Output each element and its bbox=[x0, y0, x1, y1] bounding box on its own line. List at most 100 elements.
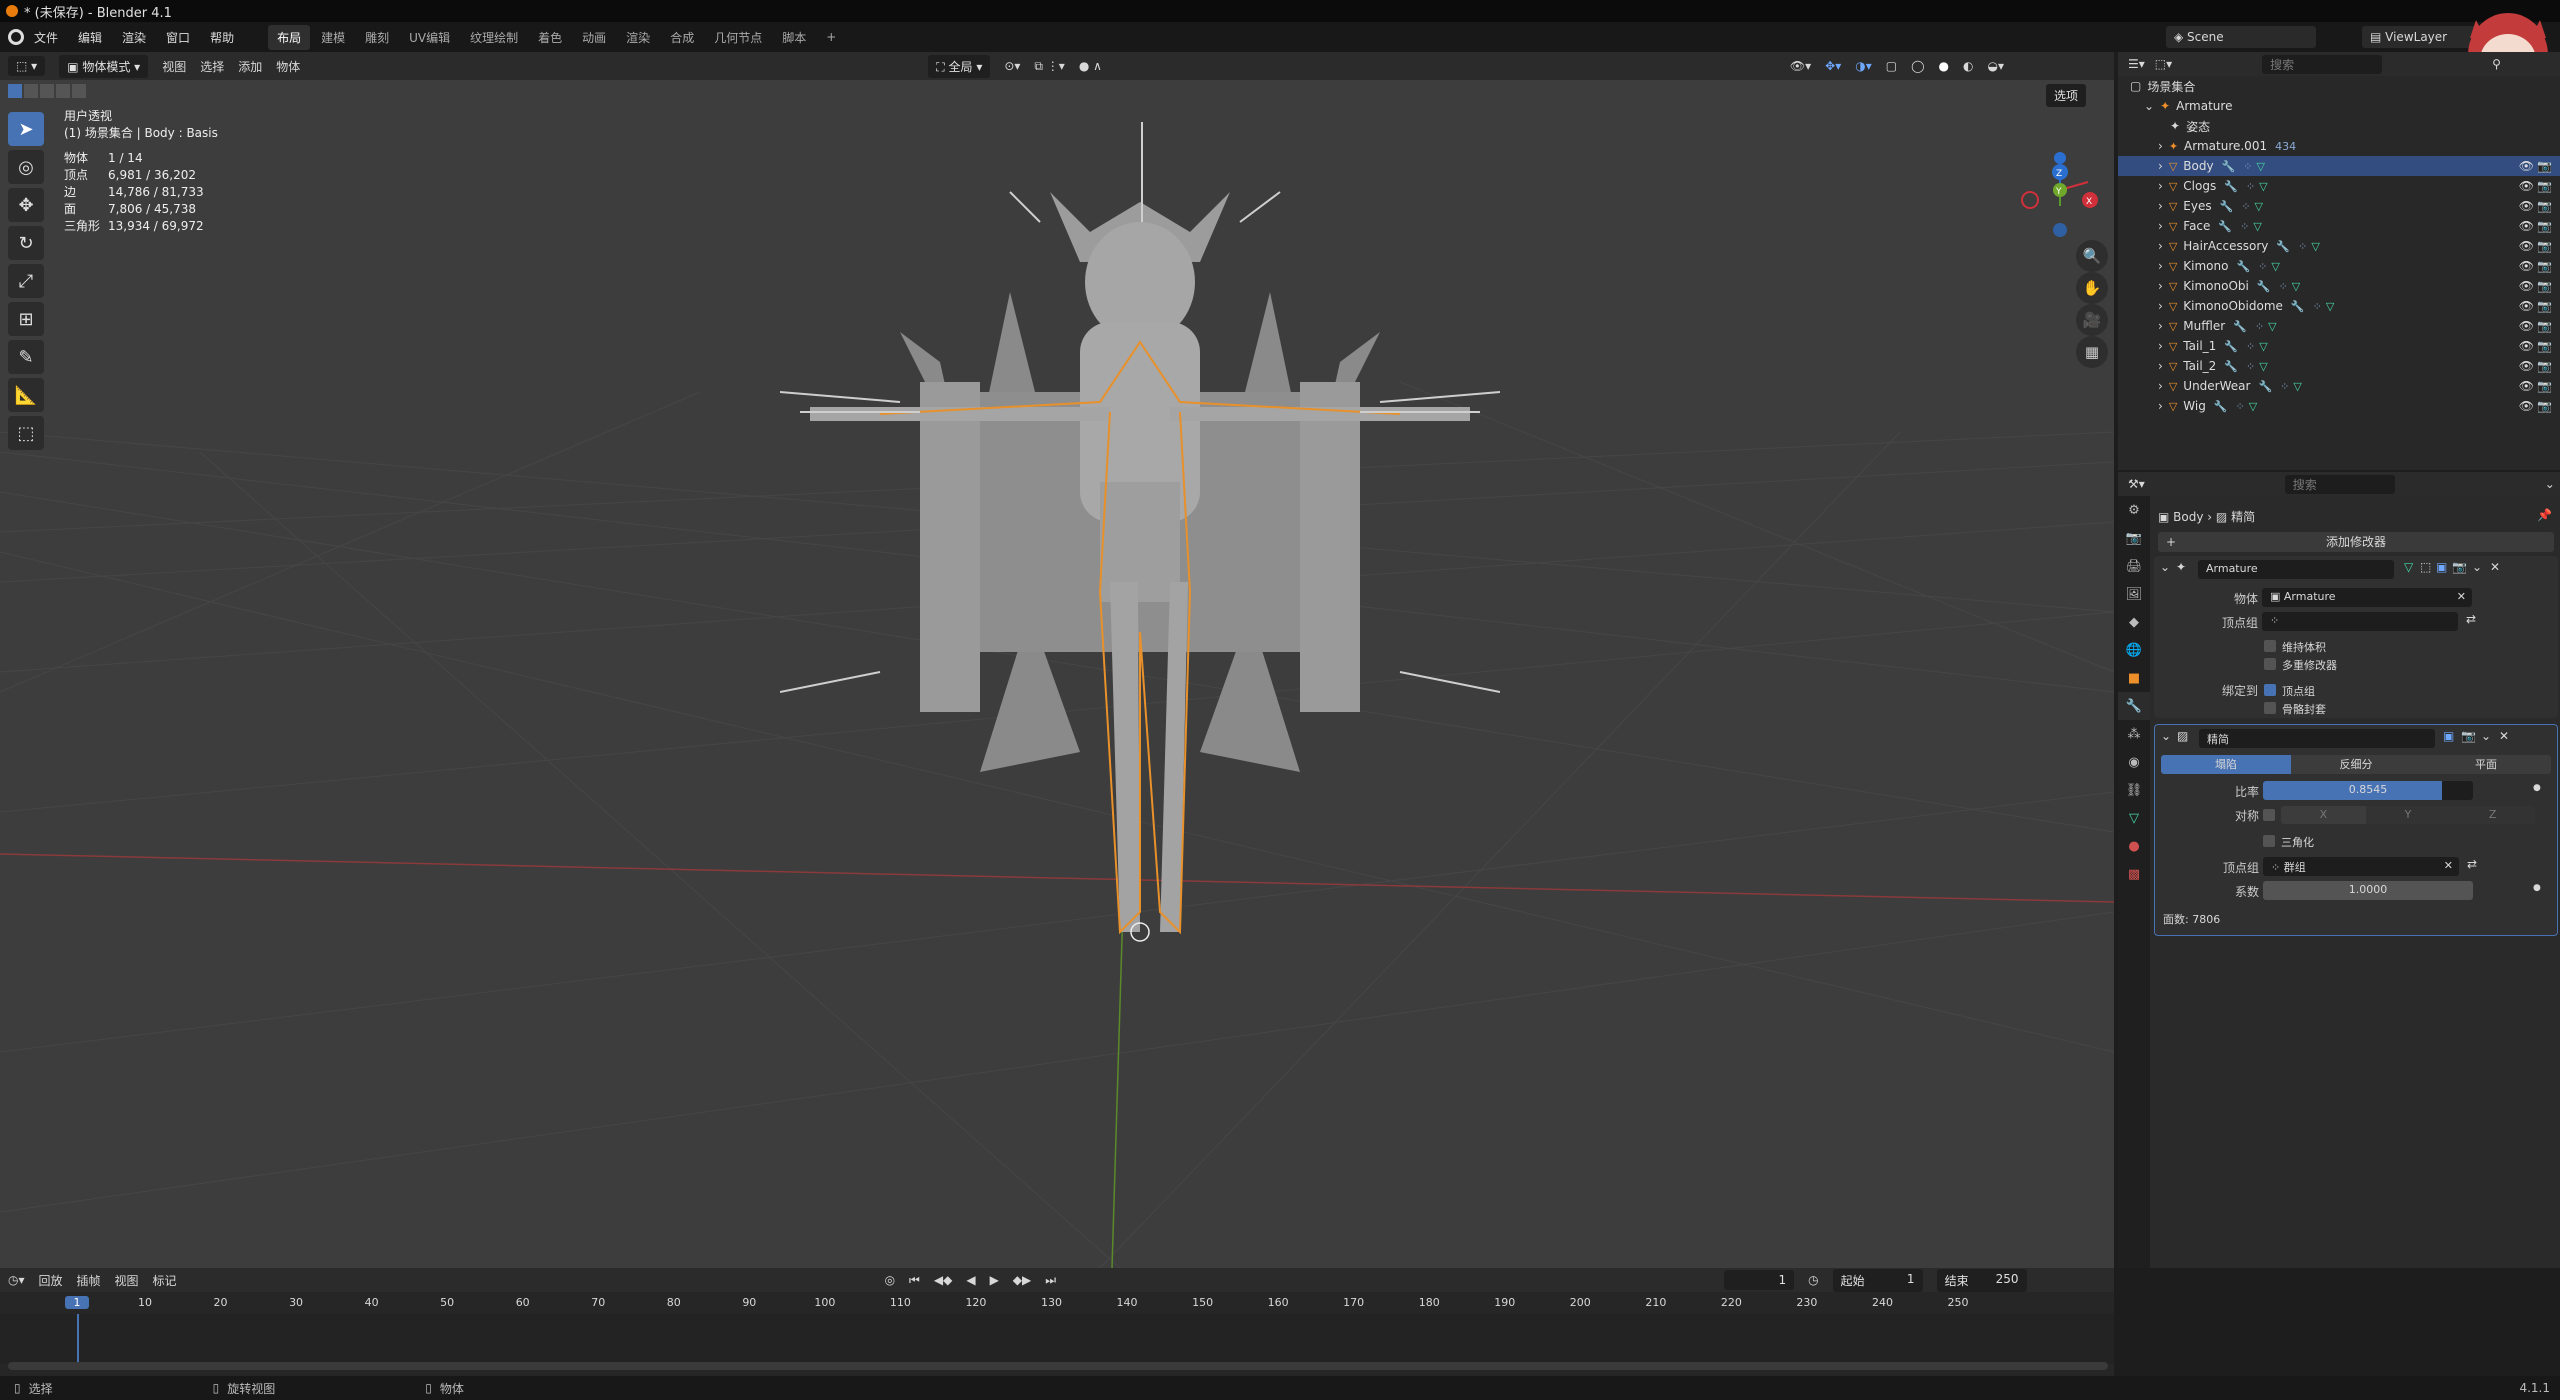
sym-axis-z[interactable]: Z bbox=[2450, 806, 2536, 824]
viewport-toggle-icon[interactable]: ▣ bbox=[2436, 560, 2447, 574]
modifier-wrench-icon[interactable]: 🔧 bbox=[2258, 380, 2272, 393]
keyframe-dot-icon[interactable]: ● bbox=[2533, 883, 2541, 893]
outliner-row-armature001[interactable]: › ✦ Armature.001 434 bbox=[2118, 136, 2560, 156]
workspace-tab-scripting[interactable]: 脚本 bbox=[773, 25, 815, 50]
decimate-vgroup-field[interactable]: ⁘ 群组 ✕ bbox=[2263, 857, 2459, 876]
workspace-tab-uv[interactable]: UV编辑 bbox=[400, 25, 459, 50]
eye-icon[interactable]: 👁 bbox=[2519, 399, 2534, 413]
world-tab-icon[interactable]: 🌐 bbox=[2118, 636, 2150, 664]
workspace-tab-shading[interactable]: 着色 bbox=[529, 25, 571, 50]
navigation-gizmo[interactable]: Z X Y bbox=[2010, 110, 2110, 250]
decimate-mod-name[interactable]: 精简 bbox=[2199, 729, 2435, 748]
outliner-row-object[interactable]: › ▽ Eyes 🔧 ⁘ ▽ 👁 📷 bbox=[2118, 196, 2560, 216]
render-camera-icon[interactable]: 📷 bbox=[2537, 199, 2552, 213]
expand-arrow-icon[interactable]: › bbox=[2158, 239, 2163, 253]
scene-selector[interactable]: ◈ Scene bbox=[2166, 26, 2316, 48]
bone-envelopes-checkbox[interactable] bbox=[2264, 702, 2276, 714]
timeline-menu-view[interactable]: 视图 bbox=[115, 1272, 139, 1289]
eye-icon[interactable]: 👁 bbox=[2519, 319, 2534, 333]
modifier-wrench-icon[interactable]: 🔧 bbox=[2236, 260, 2250, 273]
3d-viewport[interactable]: ⬚ ▾ ▣ 物体模式 ▾ 视图 选择 添加 物体 ⛶ 全局 ▾ ⊙▾ ⧉ ⋮▾ … bbox=[0, 52, 2114, 1268]
outliner-editor-icon[interactable]: ☰▾ bbox=[2128, 57, 2145, 71]
outliner-row-object[interactable]: › ▽ Wig 🔧 ⁘ ▽ 👁 📷 bbox=[2118, 396, 2560, 416]
expand-arrow-icon[interactable]: ⌄ bbox=[2144, 99, 2154, 113]
tab-unsubdivide[interactable]: 反细分 bbox=[2291, 755, 2421, 774]
collapse-arrow-icon[interactable]: ⌄ bbox=[2160, 560, 2170, 574]
render-toggle-icon[interactable]: 📷 bbox=[2452, 560, 2467, 574]
cage-toggle-icon[interactable]: ⬚ bbox=[2420, 560, 2431, 574]
render-camera-icon[interactable]: 📷 bbox=[2537, 399, 2552, 413]
menu-window[interactable]: 窗口 bbox=[166, 29, 190, 46]
edit-mode-toggle-icon[interactable]: ▽ bbox=[2404, 560, 2413, 574]
keyframe-area[interactable] bbox=[0, 1314, 2114, 1364]
outliner-row-object[interactable]: › ▽ KimonoObidome 🔧 ⁘ ▽ 👁 📷 bbox=[2118, 296, 2560, 316]
select-box-tool-icon[interactable]: ➤ bbox=[8, 112, 44, 146]
render-camera-icon[interactable]: 📷 bbox=[2537, 179, 2552, 193]
outliner-row-object[interactable]: › ▽ KimonoObi 🔧 ⁘ ▽ 👁 📷 bbox=[2118, 276, 2560, 296]
eye-icon[interactable]: 👁 bbox=[2519, 339, 2534, 353]
play-icon[interactable]: ▶ bbox=[990, 1273, 999, 1287]
menu-help[interactable]: 帮助 bbox=[210, 29, 234, 46]
outliner-row-object[interactable]: › ▽ HairAccessory 🔧 ⁘ ▽ 👁 📷 bbox=[2118, 236, 2560, 256]
timeline-menu-marker[interactable]: 标记 bbox=[153, 1272, 177, 1289]
render-camera-icon[interactable]: 📷 bbox=[2537, 379, 2552, 393]
keyframe-dot-icon[interactable]: ● bbox=[2533, 783, 2541, 793]
expand-arrow-icon[interactable]: › bbox=[2158, 379, 2163, 393]
outliner-row-object[interactable]: › ▽ Tail_2 🔧 ⁘ ▽ 👁 📷 bbox=[2118, 356, 2560, 376]
workspace-tab-layout[interactable]: 布局 bbox=[268, 24, 311, 50]
breadcrumb-modifier[interactable]: 精简 bbox=[2231, 510, 2255, 524]
vertex-groups-checkbox[interactable] bbox=[2264, 684, 2276, 696]
rotate-tool-icon[interactable]: ↻ bbox=[8, 226, 44, 260]
render-camera-icon[interactable]: 📷 bbox=[2537, 299, 2552, 313]
render-camera-icon[interactable]: 📷 bbox=[2537, 239, 2552, 253]
cursor-tool-icon[interactable]: ◎ bbox=[8, 150, 44, 184]
sym-axis-y[interactable]: Y bbox=[2365, 806, 2451, 824]
workspace-tab-texture-paint[interactable]: 纹理绘制 bbox=[461, 25, 527, 50]
particles-tab-icon[interactable]: ⁂ bbox=[2118, 720, 2150, 748]
preserve-volume-checkbox[interactable] bbox=[2264, 640, 2276, 652]
workspace-tab-compositing[interactable]: 合成 bbox=[661, 25, 703, 50]
object-tab-icon[interactable]: ■ bbox=[2118, 664, 2150, 692]
workspace-tab-animation[interactable]: 动画 bbox=[573, 25, 615, 50]
render-camera-icon[interactable]: 📷 bbox=[2537, 279, 2552, 293]
prev-keyframe-icon[interactable]: ◀◆ bbox=[934, 1273, 952, 1287]
jump-start-icon[interactable]: ⏮ bbox=[909, 1273, 920, 1288]
pan-hand-icon[interactable]: ✋ bbox=[2076, 272, 2108, 304]
render-camera-icon[interactable]: 📷 bbox=[2537, 159, 2552, 173]
clear-icon[interactable]: ✕ bbox=[2444, 859, 2453, 872]
eye-icon[interactable]: 👁 bbox=[2519, 179, 2534, 193]
material-tab-icon[interactable]: ● bbox=[2118, 832, 2150, 860]
expand-arrow-icon[interactable]: › bbox=[2158, 219, 2163, 233]
render-camera-icon[interactable]: 📷 bbox=[2537, 259, 2552, 273]
clear-icon[interactable]: ✕ bbox=[2457, 590, 2466, 603]
modifier-wrench-icon[interactable]: 🔧 bbox=[2222, 160, 2236, 173]
menu-edit[interactable]: 编辑 bbox=[78, 29, 102, 46]
close-icon[interactable]: ✕ bbox=[2499, 729, 2509, 743]
render-camera-icon[interactable]: 📷 bbox=[2537, 219, 2552, 233]
workspace-tab-geometry-nodes[interactable]: 几何节点 bbox=[705, 25, 771, 50]
expand-arrow-icon[interactable]: › bbox=[2158, 319, 2163, 333]
expand-arrow-icon[interactable]: › bbox=[2158, 359, 2163, 373]
frame-ruler[interactable]: 1 10 20 30 40 50 60 70 80 90 100 110 120 130 140 150 160… bbox=[0, 1294, 2114, 1314]
eye-icon[interactable]: 👁 bbox=[2519, 379, 2534, 393]
eye-icon[interactable]: 👁 bbox=[2519, 199, 2534, 213]
modifier-wrench-icon[interactable]: 🔧 bbox=[2214, 400, 2228, 413]
outliner-row-object[interactable]: › ▽ Tail_1 🔧 ⁘ ▽ 👁 📷 bbox=[2118, 336, 2560, 356]
eye-icon[interactable]: 👁 bbox=[2519, 239, 2534, 253]
viewport-toggle-icon[interactable]: ▣ bbox=[2443, 729, 2454, 743]
expand-arrow-icon[interactable]: › bbox=[2158, 339, 2163, 353]
blender-logo-icon[interactable] bbox=[8, 29, 24, 45]
jump-end-icon[interactable]: ⏭ bbox=[1045, 1273, 1056, 1288]
tab-collapse[interactable]: 塌陷 bbox=[2161, 755, 2291, 774]
multi-modifier-checkbox[interactable] bbox=[2264, 658, 2276, 670]
physics-tab-icon[interactable]: ◉ bbox=[2118, 748, 2150, 776]
render-toggle-icon[interactable]: 📷 bbox=[2461, 729, 2476, 743]
expand-arrow-icon[interactable]: › bbox=[2158, 179, 2163, 193]
tool-tab-icon[interactable]: ⚙ bbox=[2118, 496, 2150, 524]
outliner-row-object[interactable]: › ▽ Body 🔧 ⁘ ▽ 👁 📷 bbox=[2118, 156, 2560, 176]
render-camera-icon[interactable]: 📷 bbox=[2537, 319, 2552, 333]
expand-arrow-icon[interactable]: › bbox=[2158, 199, 2163, 213]
annotate-tool-icon[interactable]: ✎ bbox=[8, 340, 44, 374]
dropdown-arrow-icon[interactable]: ⌄ bbox=[2472, 560, 2482, 574]
expand-arrow-icon[interactable]: › bbox=[2158, 259, 2163, 273]
